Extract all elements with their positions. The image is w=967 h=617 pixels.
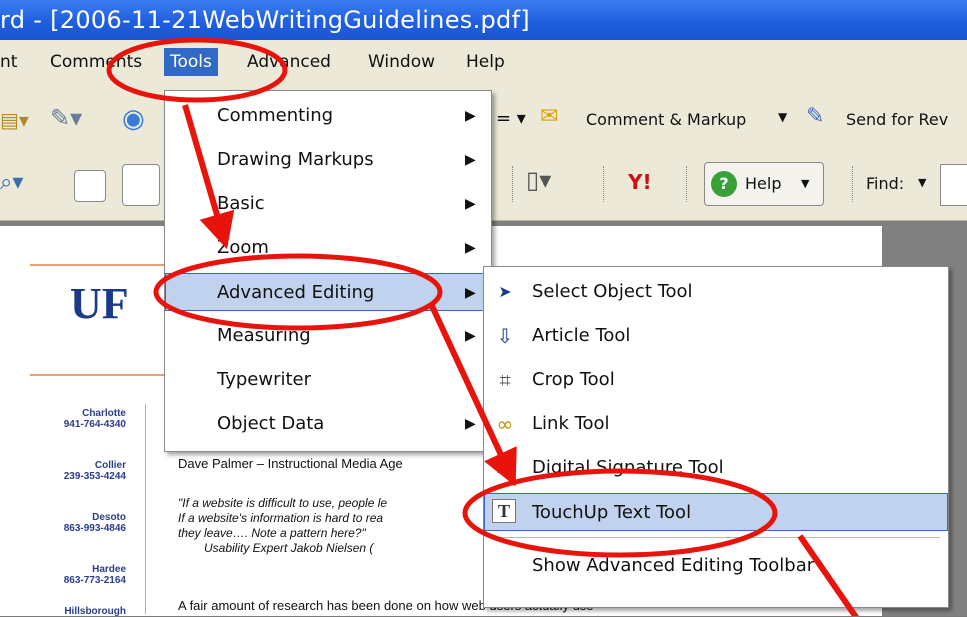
touchup-text-highlight-ellipse [462, 468, 778, 558]
tools-highlight-ellipse [106, 37, 288, 103]
arrow-continuation [797, 534, 859, 616]
advanced-editing-highlight-ellipse [153, 253, 443, 331]
arrow-to-advanced-editing [182, 104, 235, 250]
arrow-to-touchup-text [429, 304, 517, 487]
annotation-overlay [106, 37, 859, 616]
